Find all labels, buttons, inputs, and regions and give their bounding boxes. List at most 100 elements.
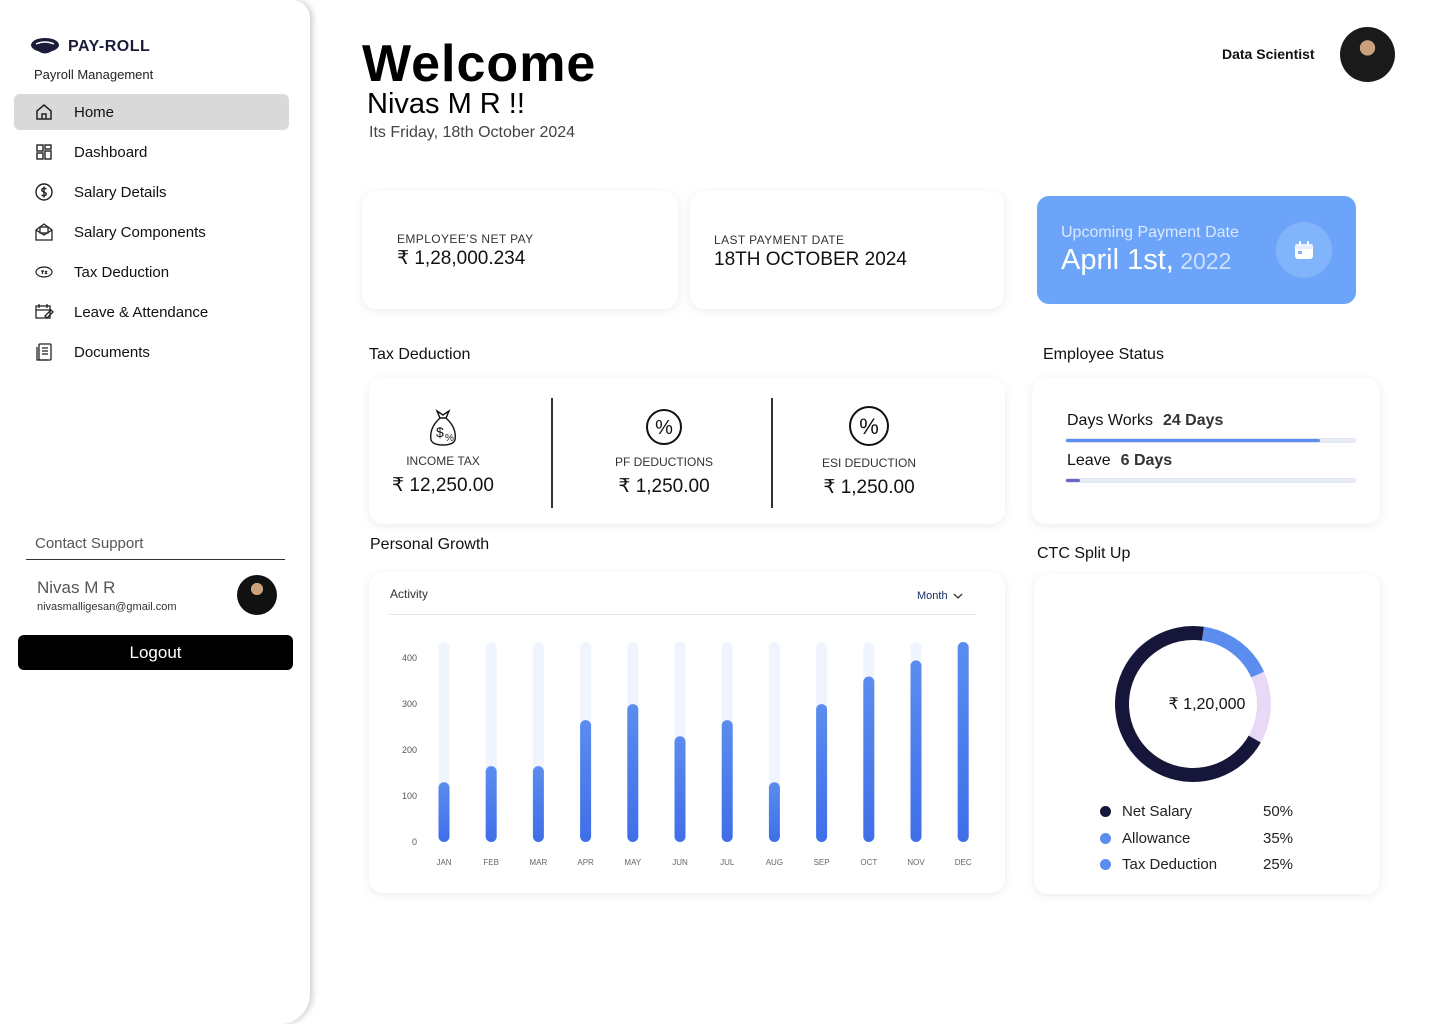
x-tick-label: MAR [530,858,548,867]
sidebar-item-dashboard[interactable]: Dashboard [14,134,289,170]
ctc-total: ₹ 1,20,000 [1168,696,1246,713]
legend-label: Net Salary [1122,803,1193,820]
dashboard-icon [36,144,52,160]
chart-bar-apr[interactable] [580,720,592,842]
net-pay-label: EMPLOYEE’S NET PAY [397,232,534,246]
profile-avatar[interactable] [1340,27,1395,82]
sidebar-item-tax-deduction[interactable]: Tax Deduction [14,254,289,290]
pf-deductions-label: PF DEDUCTIONS [614,455,713,469]
chart-bar-sep[interactable] [816,704,828,842]
esi-deduction-label: ESI DEDUCTION [821,456,916,470]
tax-section-title: Tax Deduction [369,346,471,363]
leave-value: 6 Days [1120,452,1173,469]
chart-bar-oct[interactable] [863,676,875,842]
brand-name: PAY-ROLL [68,38,151,55]
leave-progress-fill [1066,479,1081,482]
upcoming-date-day: April 1st, [1061,244,1174,276]
brand[interactable]: PAY-ROLL [30,36,150,58]
sidebar-item-salary-components[interactable]: Salary Components [14,214,289,250]
divider [26,559,285,560]
legend-label: Allowance [1122,830,1191,847]
days-works-value: 24 Days [1162,412,1224,429]
svg-text:%: % [859,414,879,439]
ctc-donut-chart [1115,626,1271,782]
welcome-name: Nivas M R !! [367,88,525,120]
last-payment-card: LAST PAYMENT DATE 18TH OCTOBER 2024 [690,191,1004,309]
sidebar-item-label: Tax Deduction [74,263,170,281]
sidebar: PAY-ROLL Payroll Management Home Dashboa… [0,0,310,1024]
legend-item-allowance: Allowance 35% [1100,830,1300,847]
personal-growth-title: Personal Growth [370,536,490,553]
income-tax-item: $% INCOME TAX ₹ 12,250.00 [391,408,495,497]
ctc-title: CTC Split Up [1037,545,1131,562]
divider [771,398,773,508]
tax-deduction-card: $% INCOME TAX ₹ 12,250.00 % PF DEDUCTION… [369,378,1005,524]
chart-bar-jul[interactable] [721,720,733,842]
sidebar-item-home[interactable]: Home [14,94,289,130]
avatar[interactable] [237,575,277,615]
sidebar-item-leave-attendance[interactable]: Leave & Attendance [14,294,289,330]
envelope-icon [35,223,53,241]
percent-icon: % [849,406,889,446]
sidebar-item-label: Salary Details [74,183,167,201]
page-title: Welcome [362,35,597,93]
chart-bar-dec[interactable] [957,642,969,842]
svg-text:%: % [445,433,454,444]
upcoming-date-year: 2022 [1173,248,1232,274]
calendar-button[interactable] [1276,222,1332,278]
upcoming-payment-label: Upcoming Payment Date [1061,224,1239,241]
money-bag-icon: $% [430,409,456,446]
legend-value: 25% [1263,856,1294,873]
y-tick-label: 400 [402,653,417,663]
contact-support-link[interactable]: Contact Support [35,535,143,552]
sidebar-item-salary-details[interactable]: Salary Details [14,174,289,210]
user-role: Data Scientist [1222,46,1315,62]
current-date: Its Friday, 18th October 2024 [369,124,576,141]
logout-button[interactable]: Logout [18,635,293,670]
legend-dot [1100,859,1111,870]
chart-bar-jun[interactable] [674,736,686,842]
days-works-text: Days Works [1067,412,1153,429]
chart-bar-mar[interactable] [532,766,544,842]
chart-bar-may[interactable] [627,704,639,842]
income-tax-value: ₹ 12,250.00 [392,475,494,496]
sidebar-item-label: Home [74,103,115,121]
last-payment-value: 18TH OCTOBER 2024 [714,249,907,270]
x-tick-label: OCT [860,858,877,867]
chart-bar-feb[interactable] [485,766,497,842]
y-tick-label: 200 [402,745,417,755]
x-tick-label: NOV [907,858,925,867]
legend-item-net-salary: Net Salary 50% [1100,803,1300,820]
leave-progress [1065,478,1356,483]
days-works-label: Days Works 24 Days [1067,412,1223,430]
legend-value: 50% [1263,803,1294,820]
home-icon [36,104,52,120]
leave-text: Leave [1067,452,1111,469]
sidebar-item-documents[interactable]: Documents [14,334,289,370]
user-name: Nivas M R [37,578,116,597]
employee-status-title: Employee Status [1043,346,1164,363]
x-tick-label: SEP [814,858,830,867]
y-tick-label: 100 [402,791,417,801]
chart-bar-jan[interactable] [438,782,450,842]
brand-subtitle: Payroll Management [34,67,154,82]
chart-bar-aug[interactable] [768,782,780,842]
chart-bar-nov[interactable] [910,660,922,842]
divider [551,398,553,508]
legend-dot [1100,806,1111,817]
income-tax-label: INCOME TAX [406,454,480,468]
x-tick-label: JUL [720,858,735,867]
user-email: nivasmalligesan@gmail.com [37,601,177,613]
calendar-edit-icon [35,304,54,319]
donut-slice-allowance[interactable] [1201,626,1265,678]
percent-icon: % [646,409,682,445]
legend-dot [1100,833,1111,844]
x-tick-label: JAN [436,858,451,867]
y-tick-label: 0 [412,837,417,847]
net-pay-value: ₹ 1,28,000.234 [397,248,526,269]
net-pay-card: EMPLOYEE’S NET PAY ₹ 1,28,000.234 [362,191,678,309]
x-tick-label: DEC [955,858,972,867]
x-tick-label: JUN [672,858,688,867]
sidebar-item-label: Documents [74,343,150,361]
document-icon [36,343,52,361]
